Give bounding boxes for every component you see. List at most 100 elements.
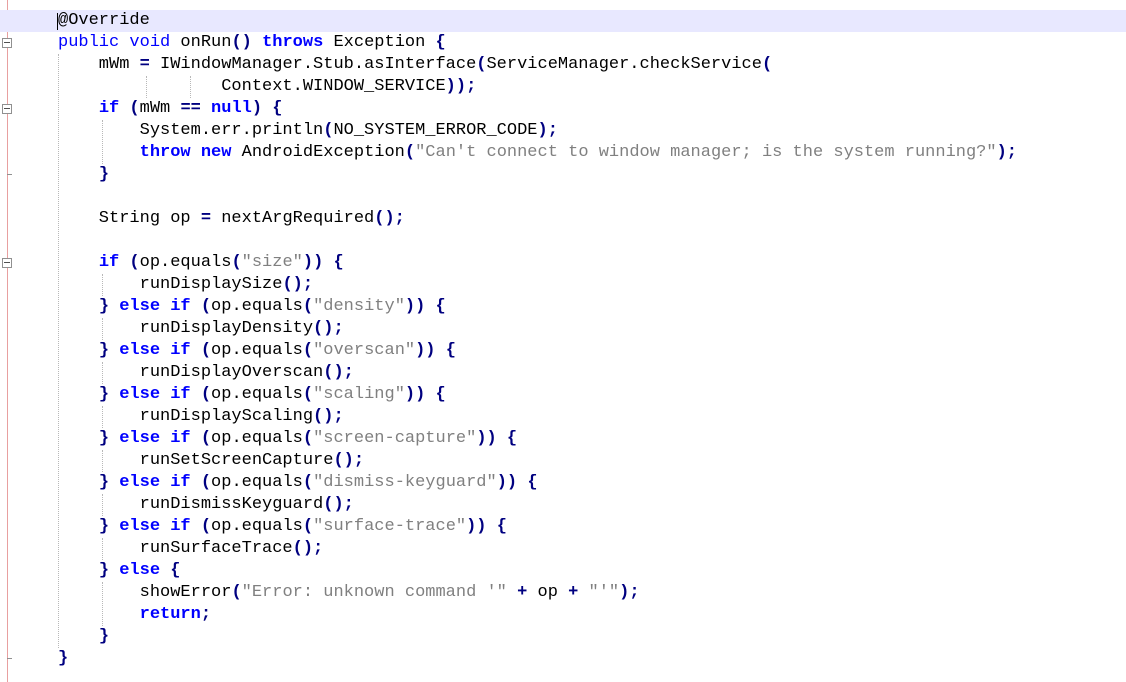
code-line[interactable]: }	[0, 164, 1126, 186]
code-line[interactable]: runDisplayDensity();	[0, 318, 1126, 340]
code-token: if	[170, 341, 191, 360]
code-line[interactable]: @Override	[0, 10, 1126, 32]
code-token: System.err.println	[58, 121, 324, 140]
code-token: if	[170, 473, 191, 492]
code-text: return;	[58, 604, 211, 626]
code-token: ();	[313, 319, 344, 338]
code-token: else	[119, 429, 161, 448]
code-token: {	[527, 473, 538, 492]
code-token: =	[200, 209, 212, 228]
code-token: );	[996, 143, 1017, 162]
code-line[interactable]: runDisplayScaling();	[0, 406, 1126, 428]
code-token: (	[302, 297, 314, 316]
code-token: (	[200, 473, 212, 492]
code-line[interactable]: return;	[0, 604, 1126, 626]
code-token: return	[139, 605, 201, 624]
code-line[interactable]: } else {	[0, 560, 1126, 582]
code-line[interactable]: mWm = IWindowManager.Stub.asInterface(Se…	[0, 54, 1126, 76]
code-token: ();	[333, 451, 365, 470]
code-token: runDisplayDensity	[58, 319, 314, 338]
code-text: runDisplaySize();	[58, 274, 313, 296]
indent-guide	[58, 54, 59, 648]
code-token: ();	[292, 539, 324, 558]
code-line[interactable]: runDismissKeyguard();	[0, 494, 1126, 516]
code-line[interactable]: public void onRun() throws Exception {	[0, 32, 1126, 54]
code-line[interactable]: if (op.equals("size")) {	[0, 252, 1126, 274]
code-text: runDisplayDensity();	[58, 318, 344, 340]
code-token: ();	[313, 407, 344, 426]
code-text: System.err.println(NO_SYSTEM_ERROR_CODE)…	[58, 120, 558, 142]
code-token: }	[98, 165, 110, 184]
code-line[interactable]: } else if (op.equals("scaling")) {	[0, 384, 1126, 406]
indent-guide	[102, 362, 103, 384]
code-token: NO_SYSTEM_ERROR_CODE	[333, 121, 538, 140]
code-token: (	[302, 517, 314, 536]
fold-toggle-icon[interactable]	[2, 104, 12, 114]
code-line[interactable]: Context.WINDOW_SERVICE));	[0, 76, 1126, 98]
code-line[interactable]: String op = nextArgRequired();	[0, 208, 1126, 230]
indent-guide	[190, 76, 191, 98]
code-line[interactable]: }	[0, 648, 1126, 670]
code-line[interactable]: System.err.println(NO_SYSTEM_ERROR_CODE)…	[0, 120, 1126, 142]
code-token: op.equals	[211, 385, 303, 404]
code-line[interactable]	[0, 230, 1126, 252]
code-token: (	[302, 341, 314, 360]
code-line[interactable]: } else if (op.equals("screen-capture")) …	[0, 428, 1126, 450]
code-line[interactable]: runDisplaySize();	[0, 274, 1126, 296]
code-token: "dismiss-keyguard"	[313, 473, 497, 492]
code-token: else	[119, 473, 161, 492]
code-line[interactable]	[0, 186, 1126, 208]
code-line[interactable]: runDisplayOverscan();	[0, 362, 1126, 384]
code-line[interactable]: } else if (op.equals("density")) {	[0, 296, 1126, 318]
code-token: ))	[404, 385, 426, 404]
code-token: }	[98, 429, 110, 448]
code-token: "screen-capture"	[313, 429, 477, 448]
code-line[interactable]: runSetScreenCapture();	[0, 450, 1126, 472]
code-line[interactable]: } else if (op.equals("dismiss-keyguard")…	[0, 472, 1126, 494]
code-token: );	[619, 583, 640, 602]
code-line[interactable]: throw new AndroidException("Can't connec…	[0, 142, 1126, 164]
code-line[interactable]: if (mWm == null) {	[0, 98, 1126, 120]
fold-toggle-icon[interactable]	[2, 38, 12, 48]
code-line[interactable]: } else if (op.equals("overscan")) {	[0, 340, 1126, 362]
fold-toggle-icon[interactable]	[2, 258, 12, 268]
code-token: runSetScreenCapture	[58, 451, 334, 470]
code-token: String op	[58, 209, 201, 228]
indent-guide	[102, 274, 103, 296]
code-token: else	[119, 385, 161, 404]
code-token: Context.WINDOW_SERVICE	[58, 77, 446, 96]
code-token: (	[129, 253, 140, 272]
code-token: (	[761, 55, 773, 74]
code-line[interactable]: } else if (op.equals("surface-trace")) {	[0, 516, 1126, 538]
code-token: else	[119, 297, 161, 316]
code-token: (	[302, 429, 314, 448]
code-line[interactable]: runSurfaceTrace();	[0, 538, 1126, 560]
code-text: } else if (op.equals("dismiss-keyguard")…	[58, 472, 538, 494]
code-line[interactable]: showError("Error: unknown command '" + o…	[0, 582, 1126, 604]
code-token: =	[139, 55, 150, 74]
code-text: } else if (op.equals("screen-capture")) …	[58, 428, 517, 450]
indent-guide	[102, 120, 103, 164]
code-editor[interactable]: @Override public void onRun() throws Exce…	[0, 0, 1126, 682]
code-text: }	[58, 164, 109, 186]
code-token: (	[200, 385, 212, 404]
code-token: ));	[445, 77, 477, 96]
code-text: }	[58, 626, 109, 648]
code-line[interactable]: }	[0, 626, 1126, 648]
code-token: ;	[200, 605, 212, 624]
